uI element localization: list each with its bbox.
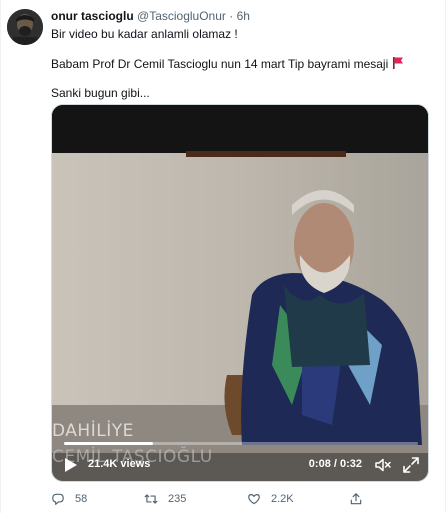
flag-icon [392, 56, 404, 73]
separator-dot: · [229, 9, 234, 23]
tweet-actions: 58 235 2.2K [51, 492, 429, 508]
tweet-text-line-1: Bir video bu kadar anlamli olamaz ! [51, 27, 238, 41]
tweet-text-line-3: Sanki bugun gibi... [51, 86, 150, 100]
play-icon[interactable] [64, 457, 78, 473]
video-timer: 0:08 / 0:32 [308, 458, 362, 470]
avatar[interactable] [7, 9, 43, 45]
reply-icon [52, 493, 64, 505]
author-handle[interactable]: @TasciogluOnur [137, 9, 226, 23]
tweet-text-line-2-content: Babam Prof Dr Cemil Tascioglu nun 14 mar… [51, 57, 389, 71]
reply-count: 58 [75, 493, 88, 505]
share-icon [350, 493, 362, 505]
video-player[interactable]: DAHİLİYE CEMİL TAŞCIOĞLU 21.4K views 0:0… [51, 104, 429, 482]
video-progress-fill [64, 442, 153, 445]
retweet-icon [144, 494, 158, 504]
video-caption-line-1: DAHİLİYE [52, 421, 134, 441]
retweet-button[interactable]: 235 [144, 492, 186, 506]
author-name[interactable]: onur tascioglu [51, 9, 134, 23]
like-count: 2.2K [271, 493, 294, 505]
retweet-count: 235 [168, 493, 187, 505]
tweet-card[interactable]: onur tascioglu @TasciogluOnur · 6h Bir v… [0, 0, 446, 513]
video-progress-bar[interactable] [64, 442, 418, 445]
video-views: 21.4K views [88, 458, 151, 470]
tweet-text-line-2: Babam Prof Dr Cemil Tascioglu nun 14 mar… [51, 56, 404, 73]
tweet-time[interactable]: 6h [237, 9, 250, 23]
like-icon [248, 494, 260, 505]
like-button[interactable]: 2.2K [247, 492, 294, 506]
share-button[interactable] [349, 492, 363, 506]
tweet-header: onur tascioglu @TasciogluOnur · 6h [51, 9, 250, 23]
video-controls: 21.4K views 0:08 / 0:32 [52, 453, 428, 477]
volume-icon[interactable] [374, 456, 392, 474]
reply-button[interactable]: 58 [51, 492, 87, 506]
fullscreen-icon[interactable] [402, 456, 420, 474]
